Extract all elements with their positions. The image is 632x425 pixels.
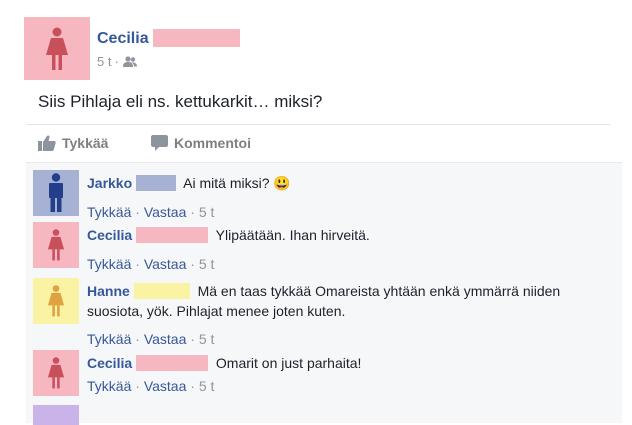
friends-icon[interactable]	[122, 55, 138, 68]
comment-body: Cecilia Omarit on just parhaita!	[87, 353, 607, 373]
comment-time[interactable]: 5 t	[199, 256, 215, 272]
comment-body: Cecilia Ylipäätään. Ihan hirveitä.	[87, 225, 607, 245]
comment-body: Jarkko Ai mitä miksi? 😃	[87, 173, 607, 193]
comment-actions: Tykkää · Vastaa · 5 t	[87, 331, 215, 347]
redacted-surname	[153, 29, 240, 47]
commenter-name[interactable]: Hanne	[87, 283, 130, 299]
comment-time[interactable]: 5 t	[199, 204, 215, 220]
comment-text: Omarit on just parhaita!	[215, 355, 362, 371]
smiley-emoji-icon: 😃	[273, 175, 291, 191]
commenter-name[interactable]: Cecilia	[87, 227, 132, 243]
comments-section: Jarkko Ai mitä miksi? 😃 Tykkää · Vastaa …	[26, 162, 622, 425]
comment-reply-link[interactable]: Vastaa	[144, 256, 187, 272]
redacted-surname	[136, 355, 209, 371]
female-avatar-icon	[47, 285, 65, 317]
comment-body: Hanne Mä en taas tykkää Omareista yhtään…	[87, 281, 607, 321]
comment-like-link[interactable]: Tykkää	[87, 256, 131, 272]
commenter-avatar[interactable]	[33, 278, 79, 324]
comment-reply-link[interactable]: Vastaa	[144, 331, 187, 347]
post-time[interactable]: 5 t	[97, 54, 111, 69]
comment-text: Ai mitä miksi?	[183, 175, 270, 191]
commenter-name[interactable]: Cecilia	[87, 355, 132, 371]
comment-button[interactable]: Kommentoi	[151, 135, 251, 151]
redacted-surname	[136, 175, 177, 191]
comment-like-link[interactable]: Tykkää	[87, 378, 131, 394]
comment-time[interactable]: 5 t	[199, 378, 215, 394]
post-author-name[interactable]: Cecilia	[97, 30, 149, 48]
redacted-surname	[133, 283, 190, 299]
comment-label: Kommentoi	[174, 135, 251, 151]
comment-text: Ylipäätään. Ihan hirveitä.	[215, 227, 370, 243]
female-avatar-icon	[47, 229, 65, 261]
thumbs-up-icon	[38, 135, 56, 151]
commenter-avatar[interactable]	[33, 405, 79, 425]
comment-actions: Tykkää · Vastaa · 5 t	[87, 204, 215, 220]
commenter-avatar[interactable]	[33, 350, 79, 396]
post-divider	[26, 124, 610, 125]
comment-reply-link[interactable]: Vastaa	[144, 204, 187, 220]
female-avatar-icon	[47, 357, 65, 389]
redacted-surname	[136, 227, 209, 243]
commenter-avatar[interactable]	[33, 222, 79, 268]
commenter-name[interactable]: Jarkko	[87, 175, 132, 191]
comment-time[interactable]: 5 t	[199, 331, 215, 347]
post-text: Siis Pihlaja eli ns. kettukarkit… miksi?	[38, 92, 323, 111]
commenter-avatar[interactable]	[33, 170, 79, 216]
comment-actions: Tykkää · Vastaa · 5 t	[87, 256, 215, 272]
post-author-avatar[interactable]	[24, 17, 90, 80]
like-button[interactable]: Tykkää	[38, 135, 108, 151]
like-label: Tykkää	[62, 135, 109, 151]
comment-like-link[interactable]: Tykkää	[87, 331, 131, 347]
female-avatar-icon	[46, 27, 68, 70]
comment-icon	[151, 135, 168, 151]
male-avatar-icon	[49, 173, 63, 212]
comment-actions: Tykkää · Vastaa · 5 t	[87, 378, 215, 394]
comment-like-link[interactable]: Tykkää	[87, 204, 131, 220]
meta-separator: ·	[114, 54, 119, 69]
comment-reply-link[interactable]: Vastaa	[144, 378, 187, 394]
post-meta: 5 t ·	[97, 54, 138, 69]
